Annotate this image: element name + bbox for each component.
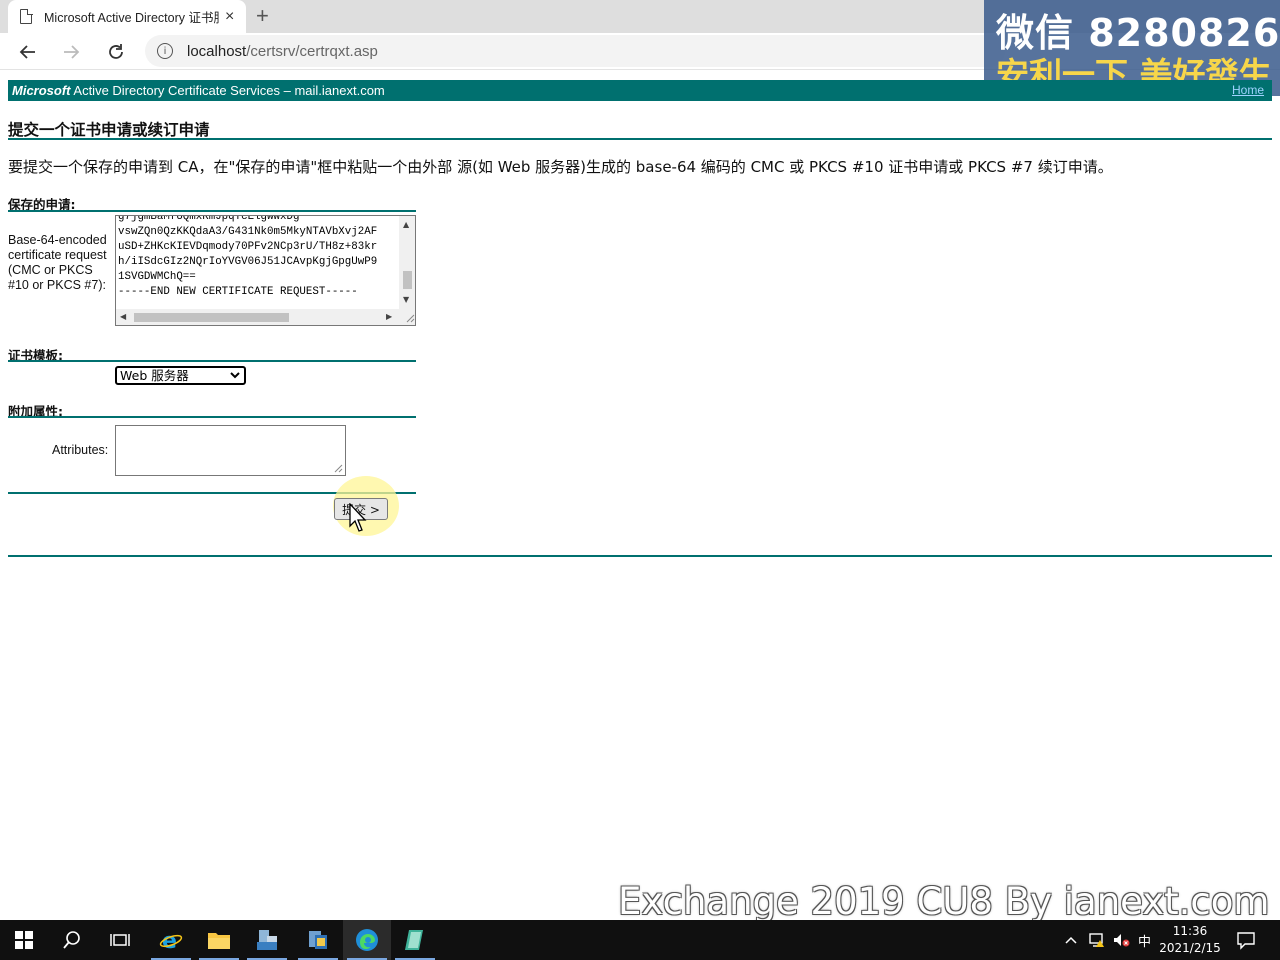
- refresh-button[interactable]: [103, 39, 129, 65]
- clock-time: 11:36: [1172, 924, 1208, 938]
- page-title: 提交一个证书申请或续订申请: [8, 121, 210, 139]
- divider: [8, 416, 416, 418]
- banner-brand: Microsoft: [12, 83, 71, 98]
- home-link[interactable]: Home: [1232, 83, 1264, 97]
- divider: [8, 360, 416, 362]
- refresh-icon: [109, 44, 123, 59]
- windows-taskbar: e 中 11:36 2021/2/15: [0, 920, 1280, 960]
- forward-button[interactable]: [58, 39, 84, 65]
- request-text-content: g7jgmBaMfUQmxRmJpqTcElgwWxDg vswZQn0QzKKQ…: [118, 215, 403, 300]
- request-field-label: Base-64-encoded certificate request (CMC…: [8, 233, 107, 292]
- scroll-thumb[interactable]: [134, 313, 289, 322]
- scroll-right-icon[interactable]: ▶: [386, 313, 392, 321]
- resize-grip-icon[interactable]: [333, 463, 343, 473]
- document-icon: [20, 8, 33, 24]
- taskbar-clock[interactable]: 11:36 2021/2/15: [1150, 923, 1230, 957]
- browser-window: { "browser": { "tab_title": "Microsoft A…: [0, 0, 1280, 960]
- scroll-left-icon[interactable]: ◀: [120, 313, 126, 321]
- notebook-icon: [405, 930, 423, 950]
- task-view-icon: [110, 934, 130, 946]
- action-center-button[interactable]: [1222, 920, 1270, 960]
- forward-arrow-icon: [64, 45, 80, 59]
- task-view-button[interactable]: [96, 920, 144, 960]
- chevron-up-icon[interactable]: [1064, 933, 1078, 947]
- banner-title: Active Directory Certificate Services – …: [70, 83, 385, 98]
- video-watermark: Exchange 2019 CU8 By ianext.com: [618, 880, 1270, 923]
- divider: [8, 138, 1272, 140]
- taskbar-edge[interactable]: [343, 920, 391, 960]
- mouse-pointer-icon: [349, 503, 367, 532]
- info-icon[interactable]: i: [157, 43, 173, 59]
- request-line: h/iISdcGIz2NQrIoYVGV06J51JCAvpKgjGpgUwP9: [118, 256, 378, 268]
- attributes-textarea[interactable]: [115, 425, 346, 476]
- back-arrow-icon: [19, 45, 35, 59]
- scroll-down-icon[interactable]: ▼: [403, 296, 409, 304]
- back-button[interactable]: [15, 39, 41, 65]
- request-line: 1SVGDWMChQ==: [118, 271, 196, 283]
- page-banner: Microsoft Active Directory Certificate S…: [8, 80, 1272, 101]
- page-description: 要提交一个保存的申请到 CA，在"保存的申请"框中粘贴一个由外部 源(如 Web…: [8, 158, 1113, 176]
- search-button[interactable]: [48, 920, 96, 960]
- server-manager-icon: [257, 930, 277, 950]
- network-warning-icon[interactable]: [1088, 932, 1106, 948]
- volume-muted-icon[interactable]: [1112, 932, 1130, 948]
- taskbar-ie[interactable]: e: [147, 920, 195, 960]
- folder-icon: [208, 933, 230, 949]
- internet-explorer-icon: e: [159, 929, 183, 952]
- url-text: localhost/certsrv/certrqxt.asp: [187, 42, 378, 60]
- template-selected-value: Web 服务器: [120, 368, 189, 383]
- saved-request-textarea[interactable]: g7jgmBaMfUQmxRmJpqTcElgwWxDg vswZQn0QzKKQ…: [115, 215, 416, 326]
- vertical-scrollbar[interactable]: ▲ ▼: [399, 216, 415, 310]
- system-tray: 中: [1064, 920, 1151, 960]
- template-select[interactable]: Web 服务器: [115, 366, 246, 385]
- windows-logo-icon: [15, 931, 33, 949]
- close-tab-button[interactable]: ×: [225, 8, 234, 25]
- chevron-down-icon: [230, 372, 240, 379]
- tab-title: Microsoft Active Directory 证书服务: [44, 11, 219, 25]
- search-icon: [63, 931, 80, 949]
- notification-icon: [1237, 932, 1255, 950]
- request-line: uSD+ZHKcKIEVDqmody70PFv2NCp3rU/TH8z+83kr: [118, 241, 378, 253]
- exchange-icon: [309, 931, 327, 949]
- taskbar-exchange-shell[interactable]: [294, 920, 342, 960]
- request-line: vswZQn0QzKKQdaA3/G431Nk0m5MkyNTAVbXvj2AF: [118, 226, 378, 238]
- resize-grip-icon[interactable]: [405, 313, 415, 323]
- request-line: -----END NEW CERTIFICATE REQUEST-----: [118, 286, 358, 298]
- divider: [8, 210, 416, 212]
- clock-date: 2021/2/15: [1159, 941, 1221, 955]
- new-tab-button[interactable]: +: [256, 4, 269, 28]
- divider: [8, 555, 1272, 557]
- taskbar-server-manager[interactable]: [243, 920, 291, 960]
- attributes-label: Attributes:: [52, 443, 109, 457]
- scroll-up-icon[interactable]: ▲: [403, 221, 409, 229]
- start-button[interactable]: [0, 920, 48, 960]
- horizontal-scrollbar[interactable]: ◀ ▶: [116, 309, 415, 325]
- taskbar-file-explorer[interactable]: [195, 920, 243, 960]
- scroll-thumb[interactable]: [403, 271, 412, 289]
- taskbar-app[interactable]: [391, 920, 439, 960]
- edge-icon: [356, 929, 378, 951]
- browser-tab[interactable]: Microsoft Active Directory 证书服务 ×: [8, 0, 246, 33]
- request-line: g7jgmBaMfUQmxRmJpqTcElgwWxDg: [118, 215, 300, 223]
- address-bar[interactable]: i localhost/certsrv/certrqxt.asp: [145, 35, 1005, 67]
